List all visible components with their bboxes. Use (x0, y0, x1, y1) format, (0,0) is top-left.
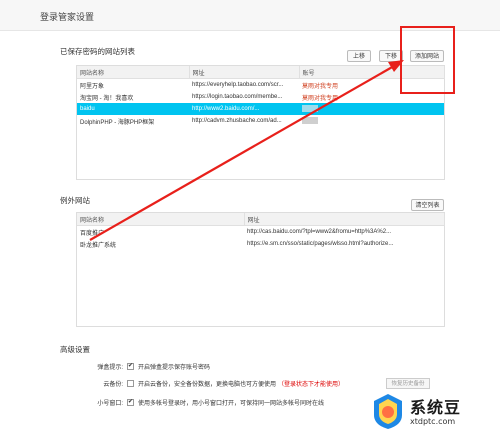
watermark-url: xtdptc.com (410, 417, 456, 426)
watermark-text: 系统豆 (410, 398, 462, 417)
annotation-arrow (89, 60, 404, 241)
watermark-logo-icon (374, 394, 402, 429)
watermark: 系统豆 xtdptc.com (366, 389, 496, 433)
